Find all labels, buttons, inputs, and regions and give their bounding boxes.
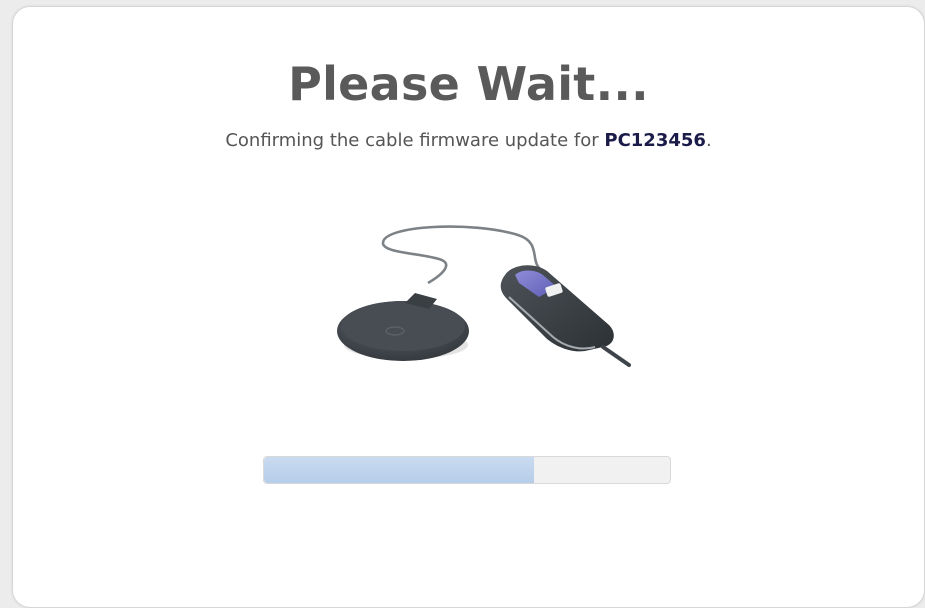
device-id: PC123456 [604,130,706,151]
progress-bar-fill [264,457,534,483]
firmware-update-dialog: Please Wait... Confirming the cable firm… [12,6,925,608]
cable-and-charging-pad-icon [337,225,631,367]
status-message-suffix: . [705,130,712,151]
status-message-prefix: Confirming the cable firmware update for [225,130,605,151]
status-message: Confirming the cable firmware update for… [13,130,924,151]
progress-bar [263,456,671,484]
page-title: Please Wait... [288,57,649,111]
